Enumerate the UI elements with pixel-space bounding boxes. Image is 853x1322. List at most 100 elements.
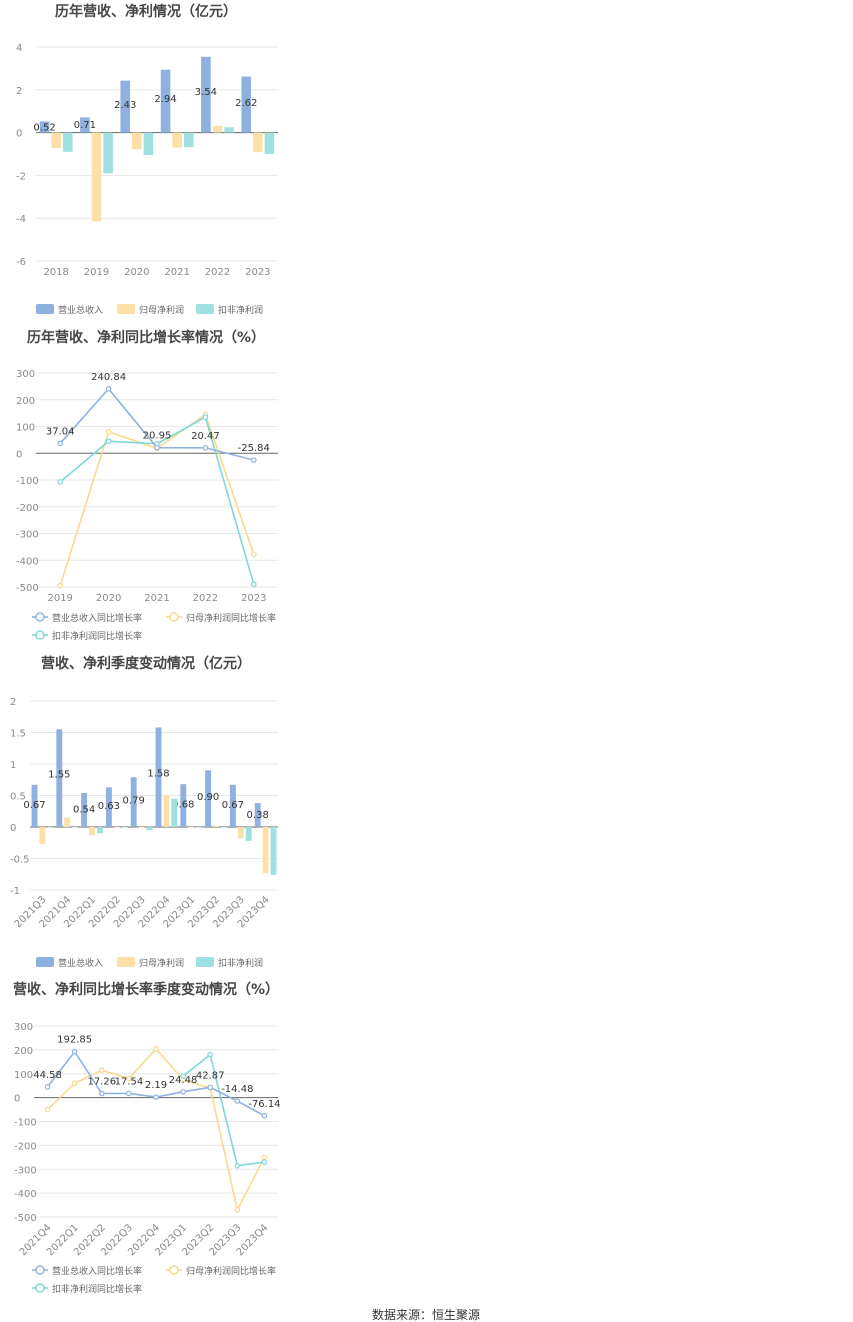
legend-swatch	[117, 304, 135, 314]
y-tick-label: 200	[16, 396, 35, 407]
data-label: 3.54	[195, 87, 217, 98]
data-point	[202, 444, 209, 451]
data-label: 0.38	[247, 810, 269, 821]
legend-label: 归母净利润同比增长率	[186, 612, 276, 624]
data-label: 1.58	[147, 768, 169, 779]
data-label: 0.67	[23, 800, 45, 811]
legend-label: 归母净利润同比增长率	[186, 1265, 276, 1277]
bar	[64, 817, 71, 827]
legend-label: 扣非净利润	[218, 304, 263, 316]
data-label: -25.84	[238, 443, 270, 454]
y-tick-label: 0	[14, 1094, 20, 1105]
bar	[91, 132, 102, 222]
data-point	[105, 386, 112, 392]
bar	[47, 827, 54, 828]
x-tick-label: 2020	[96, 593, 121, 604]
x-tick-label: 2019	[84, 267, 109, 278]
data-point	[153, 1094, 159, 1100]
legend-label: 扣非净利润同比增长率	[52, 630, 142, 642]
x-tick-label: 2022	[193, 593, 218, 604]
chart-title: 历年营收、净利同比增长率情况（%）	[27, 329, 265, 346]
data-label: 44.58	[33, 1070, 62, 1081]
bar	[143, 132, 154, 156]
series-line	[46, 1047, 266, 1213]
data-point	[105, 438, 112, 445]
data-point	[126, 1090, 132, 1097]
data-label: 20.47	[191, 431, 220, 442]
data-point	[207, 1051, 214, 1058]
y-tick-label: 200	[14, 1046, 33, 1057]
bar	[72, 827, 79, 828]
data-label: -76.14	[248, 1099, 280, 1110]
data-label: 42.87	[196, 1070, 225, 1081]
x-tick-label: 2018	[43, 267, 68, 278]
legend-label: 营业总收入同比增长率	[52, 612, 142, 624]
data-label: 0.63	[98, 801, 120, 812]
bar	[62, 132, 73, 152]
legend-label: 扣非净利润	[218, 957, 263, 969]
data-point	[261, 1113, 268, 1119]
y-tick-label: 0	[10, 823, 16, 834]
legend-label: 扣非净利润同比增长率	[52, 1283, 142, 1295]
bar	[103, 132, 113, 174]
data-point	[153, 1045, 159, 1052]
bar	[212, 125, 223, 133]
data-point	[234, 1098, 241, 1104]
y-tick-label: -6	[16, 257, 26, 268]
y-tick-label: -2	[16, 171, 26, 182]
y-tick-label: -500	[14, 1213, 37, 1224]
legend-marker	[35, 630, 45, 640]
data-label: 2.62	[235, 98, 257, 109]
chart-canvas: 历年营收、净利情况（亿元）420-2-4-62018 2019 2020 2021 20…	[10, 3, 480, 1322]
data-point	[44, 1084, 51, 1090]
y-tick-label: -1	[10, 886, 20, 897]
legend-label: 营业总收入同比增长率	[52, 1265, 142, 1277]
data-label: 17.54	[115, 1076, 144, 1087]
bar	[270, 827, 277, 875]
y-tick-label: -4	[16, 214, 26, 225]
y-tick-label: -400	[14, 1189, 37, 1200]
legend-swatch	[36, 304, 54, 314]
x-tick-label: 2022	[205, 267, 230, 278]
bar	[113, 827, 120, 828]
bar	[51, 132, 61, 149]
data-point	[98, 1067, 105, 1073]
bar	[262, 827, 269, 873]
y-tick-label: -200	[14, 1141, 37, 1152]
legend-marker	[35, 1265, 45, 1275]
bar	[220, 827, 227, 828]
bar	[245, 827, 252, 841]
bar	[39, 827, 46, 845]
legend-marker	[35, 612, 45, 622]
y-tick-label: -500	[16, 583, 39, 594]
y-tick-label: 100	[16, 423, 35, 434]
bar	[138, 827, 145, 828]
bar	[196, 827, 203, 828]
data-source-note: 数据来源：恒生聚源	[372, 1307, 480, 1322]
y-tick-label: 4	[16, 43, 22, 54]
legend-marker	[169, 612, 179, 622]
bar	[213, 825, 219, 827]
data-label: -14.48	[221, 1084, 253, 1095]
data-point	[71, 1080, 78, 1087]
data-point	[98, 1090, 105, 1097]
x-tick-label: 2020	[124, 267, 149, 278]
legend-marker	[35, 1283, 45, 1293]
data-label: 240.84	[91, 372, 126, 383]
y-tick-label: 300	[16, 369, 35, 380]
y-tick-label: -300	[16, 530, 39, 541]
data-label: 1.55	[48, 769, 70, 780]
y-tick-label: 0	[16, 129, 22, 140]
data-point	[44, 1106, 51, 1113]
data-label: 20.95	[143, 431, 172, 442]
data-point	[251, 581, 257, 588]
data-point	[251, 457, 257, 463]
y-tick-label: -100	[14, 1118, 37, 1129]
data-label: 0.71	[74, 120, 96, 131]
legend-swatch	[36, 957, 54, 967]
data-label: 0.54	[73, 804, 95, 815]
y-tick-label: -100	[16, 476, 39, 487]
bar	[253, 132, 263, 152]
bar	[172, 132, 182, 148]
bar	[96, 827, 103, 834]
